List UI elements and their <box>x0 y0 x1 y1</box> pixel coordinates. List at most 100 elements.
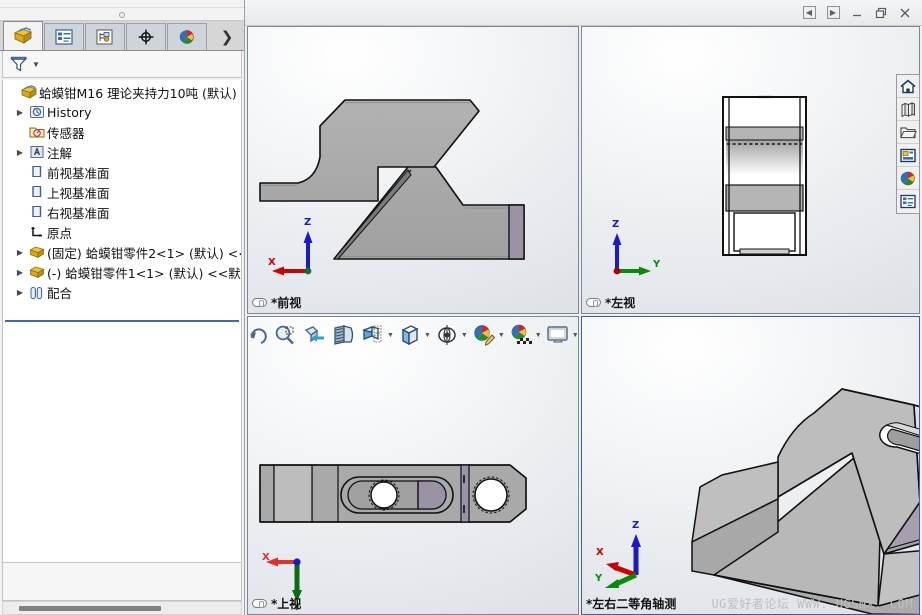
axis-label-y: Y <box>653 259 661 270</box>
tree-item-history[interactable]: ▶ History <box>3 102 241 122</box>
feature-manager-panel: ❯ ▼ 蛤蟆钳M16 理论夹持力10吨 (默认) ▶ History 传感器 ▶… <box>0 0 245 615</box>
sidebar-tab-configuration-manager[interactable] <box>85 23 125 50</box>
axis-label-x: X <box>262 552 270 563</box>
previous-view-button[interactable] <box>247 320 271 350</box>
plane-icon <box>27 184 47 200</box>
tree-item-mates[interactable]: ▶ 配合 <box>3 282 241 302</box>
restore-left-button[interactable]: ◀ <box>798 3 820 23</box>
chevron-down-icon[interactable]: ▼ <box>461 332 468 339</box>
axis-label-x: X <box>268 257 276 268</box>
viewport-label-text: *左视 <box>605 296 636 310</box>
custom-properties-icon[interactable] <box>897 190 919 213</box>
viewport-label-text: *左右二等角轴测 <box>586 597 677 611</box>
tree-item-annotations[interactable]: ▶ 注解 <box>3 142 241 162</box>
display-style-button[interactable]: ▼ <box>396 320 432 350</box>
link-icon <box>252 599 267 608</box>
link-icon <box>252 298 267 307</box>
tree-expander[interactable]: ▶ <box>13 288 27 297</box>
apply-scene-button[interactable]: ▼ <box>507 320 543 350</box>
close-button[interactable] <box>894 3 916 23</box>
viewport-label-top: *上视 <box>252 595 301 612</box>
sidebar-tab-property-manager[interactable] <box>44 23 84 50</box>
sidebar-tab-dimxpert[interactable] <box>126 23 166 50</box>
edit-appearance-button[interactable]: ▼ <box>470 320 506 350</box>
viewport-grid: Z X *前视 Z Y *左视 Y X *上视 Z X Y *左右二等角轴测 U… <box>245 26 922 615</box>
panel-footer <box>2 563 242 601</box>
filter-funnel-icon <box>9 55 29 73</box>
file-explorer-icon[interactable] <box>897 121 919 144</box>
minimize-button[interactable] <box>846 3 868 23</box>
tree-item-origin[interactable]: 原点 <box>3 222 241 242</box>
restore-right-glyph: ▶ <box>826 6 840 19</box>
tree-item-top-plane[interactable]: 上视基准面 <box>3 182 241 202</box>
view-palette-icon[interactable] <box>897 144 919 167</box>
chevron-down-icon[interactable]: ▼ <box>387 332 394 339</box>
viewport-top[interactable]: Y X *上视 <box>247 316 579 615</box>
tree-item-right-plane[interactable]: 右视基准面 <box>3 202 241 222</box>
part-icon <box>27 264 47 280</box>
tree-item-label: 配合 <box>47 285 73 301</box>
chevron-down-icon[interactable]: ▼ <box>424 332 431 339</box>
restore-left-glyph: ◀ <box>802 6 816 19</box>
tree-item-part-2[interactable]: ▶ (固定) 蛤蟆钳零件2<1> (默认) <<默 <box>3 242 241 262</box>
tree-item-label: 传感器 <box>47 125 85 141</box>
scrollbar-thumb[interactable] <box>19 606 161 611</box>
link-icon <box>586 298 601 307</box>
feature-tree-rollback-bar[interactable] <box>5 320 239 322</box>
viewport-label-text: *前视 <box>271 296 302 310</box>
tree-expander[interactable]: ▶ <box>13 148 27 157</box>
chevron-down-icon[interactable]: ▼ <box>535 332 542 339</box>
solidworks-resources-icon[interactable] <box>897 75 919 98</box>
axis-label-z: Z <box>632 520 640 531</box>
view-settings-button[interactable]: ▼ <box>544 320 580 350</box>
front-view-axis-triad: Z X <box>268 217 332 279</box>
tree-item-label: 蛤蟆钳M16 理论夹持力10吨 (默认) <默 <box>39 85 241 101</box>
tree-item-assembly-root[interactable]: 蛤蟆钳M16 理论夹持力10吨 (默认) <默 <box>3 82 241 102</box>
isometric-axis-triad: Z X Y <box>594 517 668 595</box>
sidebar-tab-display-manager[interactable] <box>167 23 207 50</box>
tree-expander[interactable]: ▶ <box>13 108 27 117</box>
solidworks-window: ❯ ▼ 蛤蟆钳M16 理论夹持力10吨 (默认) ▶ History 传感器 ▶… <box>0 0 922 615</box>
viewport-left[interactable]: Z Y *左视 <box>581 26 920 314</box>
maximize-button[interactable] <box>870 3 892 23</box>
section-view-button[interactable] <box>330 320 358 350</box>
viewport-front[interactable]: Z X *前视 <box>247 26 579 314</box>
sensor-icon <box>27 124 47 140</box>
tree-expander[interactable]: ▶ <box>13 248 27 257</box>
tree-item-front-plane[interactable]: 前视基准面 <box>3 162 241 182</box>
tree-item-label: 右视基准面 <box>47 205 110 221</box>
axis-label-y: Y <box>595 573 603 584</box>
panel-splitter-dot <box>119 12 125 18</box>
view-orientation-button[interactable]: ▼ <box>359 320 395 350</box>
sidebar-tab-feature-tree[interactable] <box>3 21 43 50</box>
zoom-to-area-button[interactable] <box>272 320 300 350</box>
panel-horizontal-scrollbar[interactable] <box>2 601 242 615</box>
sidebar-tabs-overflow-button[interactable]: ❯ <box>210 23 244 50</box>
design-library-icon[interactable] <box>897 98 919 121</box>
plane-icon <box>27 204 47 220</box>
left-view-axis-triad: Z Y <box>599 219 663 281</box>
feature-tree[interactable]: 蛤蟆钳M16 理论夹持力10吨 (默认) <默 ▶ History <box>2 80 242 563</box>
viewport-isometric[interactable]: Z X Y *左右二等角轴测 UG爱好者论坛 WWW. UGSNX. COM <box>581 316 920 615</box>
axis-label-x: X <box>596 547 604 558</box>
tree-item-part-1[interactable]: ▶ (-) 蛤蟆钳零件1<1> (默认) <<默认 <box>3 262 241 282</box>
chevron-down-icon[interactable]: ▼ <box>572 332 579 339</box>
filter-dropdown-caret[interactable]: ▼ <box>32 60 40 69</box>
viewport-label-text: *上视 <box>271 597 302 611</box>
origin-icon <box>27 224 47 240</box>
tree-expander[interactable]: ▶ <box>13 268 27 277</box>
tree-item-label: 注解 <box>47 145 73 161</box>
viewport-label-front: *前视 <box>252 294 301 311</box>
part-icon <box>27 244 47 260</box>
feature-tree-filter[interactable]: ▼ <box>2 51 242 78</box>
chevron-down-icon[interactable]: ▼ <box>498 332 505 339</box>
panel-splitter-handle[interactable] <box>0 8 244 21</box>
zoom-to-fit-button[interactable] <box>301 320 329 350</box>
tree-item-sensors[interactable]: 传感器 <box>3 122 241 142</box>
plane-icon <box>27 164 47 180</box>
hide-show-items-button[interactable]: ▼ <box>433 320 469 350</box>
forum-watermark: UG爱好者论坛 WWW. UGSNX. COM <box>711 597 913 611</box>
panel-tabbar: ❯ <box>0 21 244 51</box>
restore-right-button[interactable]: ▶ <box>822 3 844 23</box>
appearances-scenes-icon[interactable] <box>897 167 919 190</box>
